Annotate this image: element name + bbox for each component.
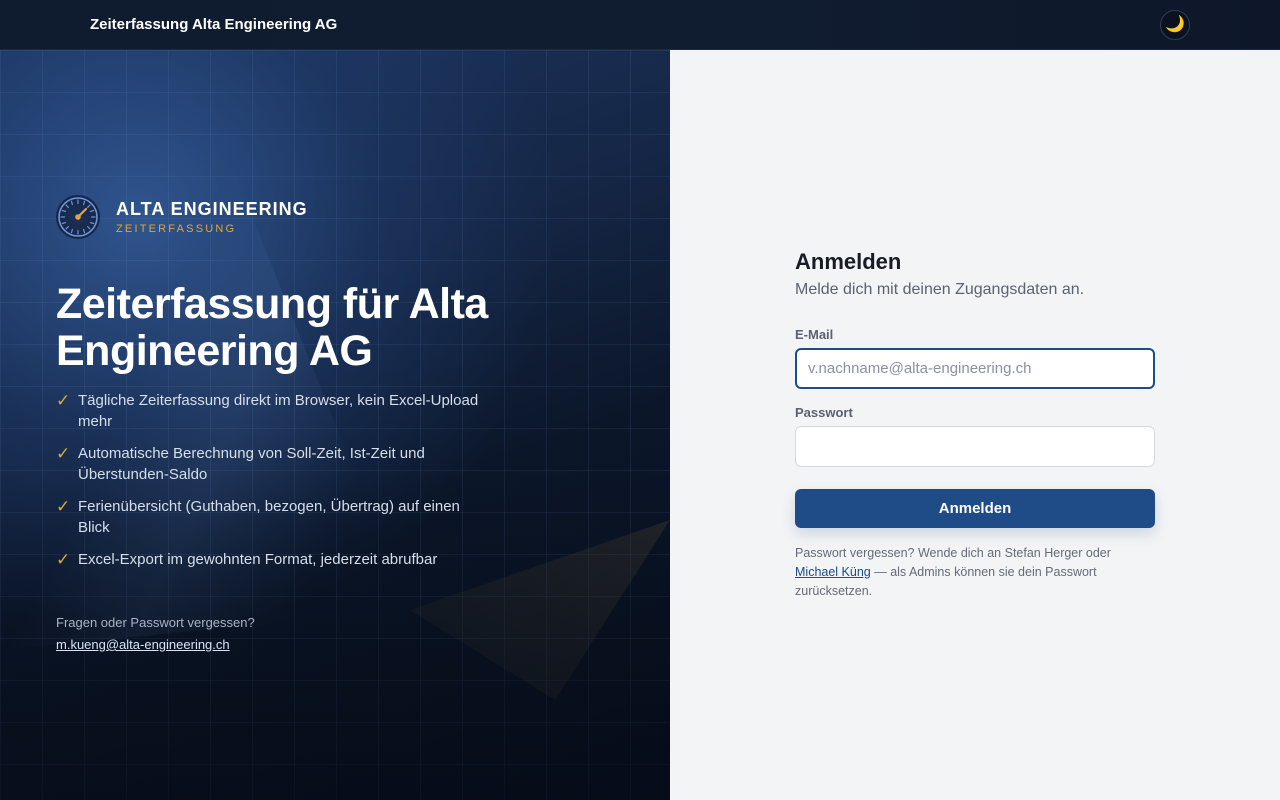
hint-prefix: Passwort vergessen? Wende dich an Stefan… (795, 546, 1111, 560)
brand-text: ALTA ENGINEERING ZEITERFASSUNG (116, 199, 308, 235)
check-icon: ✓ (56, 444, 71, 463)
hero-panel: ALTA ENGINEERING ZEITERFASSUNG Zeiterfas… (0, 50, 670, 800)
login-button[interactable]: Anmelden (795, 489, 1155, 528)
feature-text: Excel-Export im gewohnten Format, jederz… (78, 551, 438, 568)
moon-icon: 🌙 (1165, 16, 1185, 33)
gauge-icon (56, 195, 100, 239)
login-subtitle: Melde dich mit deinen Zugangsdaten an. (795, 281, 1085, 298)
email-label: E-Mail (795, 327, 834, 342)
feature-text: Automatische Berechnung von Soll-Zeit, I… (78, 445, 425, 483)
email-field[interactable] (795, 348, 1155, 389)
feature-list: ✓ Tägliche Zeiterfassung direkt im Brows… (56, 390, 486, 581)
feature-item: ✓ Ferienübersicht (Guthaben, bezogen, Üb… (56, 496, 486, 538)
check-icon: ✓ (56, 391, 71, 410)
password-field[interactable] (795, 426, 1155, 467)
password-hint: Passwort vergessen? Wende dich an Stefan… (795, 544, 1155, 601)
login-form: Anmelden Melde dich mit deinen Zugangsda… (795, 249, 1155, 601)
brand: ALTA ENGINEERING ZEITERFASSUNG (56, 195, 308, 239)
top-bar: Zeiterfassung Alta Engineering AG 🌙 (0, 0, 1280, 50)
brand-name: ALTA ENGINEERING (116, 199, 308, 219)
password-label: Passwort (795, 405, 853, 420)
app-title: Zeiterfassung Alta Engineering AG (90, 16, 338, 33)
feature-text: Ferienübersicht (Guthaben, bezogen, Über… (78, 498, 460, 536)
hero-title: Zeiterfassung für Alta Engineering AG (56, 280, 488, 375)
admin-contact-link[interactable]: Michael Küng (795, 565, 871, 579)
help-email-link[interactable]: m.kueng@alta-engineering.ch (56, 637, 230, 652)
check-icon: ✓ (56, 550, 71, 569)
help-question: Fragen oder Passwort vergessen? (56, 615, 255, 630)
login-panel: Anmelden Melde dich mit deinen Zugangsda… (670, 50, 1280, 800)
theme-toggle-button[interactable]: 🌙 (1160, 10, 1190, 40)
feature-item: ✓ Excel-Export im gewohnten Format, jede… (56, 549, 486, 570)
feature-item: ✓ Automatische Berechnung von Soll-Zeit,… (56, 443, 486, 485)
brand-subtitle: ZEITERFASSUNG (116, 223, 237, 235)
feature-item: ✓ Tägliche Zeiterfassung direkt im Brows… (56, 390, 486, 432)
check-icon: ✓ (56, 497, 71, 516)
feature-text: Tägliche Zeiterfassung direkt im Browser… (78, 392, 479, 430)
login-title: Anmelden (795, 249, 902, 274)
